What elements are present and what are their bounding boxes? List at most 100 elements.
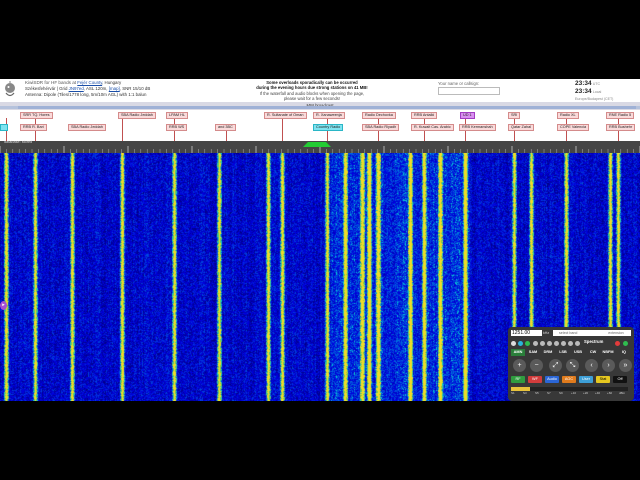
step-dot[interactable] <box>540 341 545 346</box>
stat-button[interactable]: Stat <box>596 376 610 383</box>
mode-usb[interactable]: USB <box>571 349 585 356</box>
station-label[interactable]: RNE Radio 5 <box>606 112 635 119</box>
mode-iq[interactable]: IQ <box>617 349 631 356</box>
callsign-label: Your name or callsign: <box>438 81 480 86</box>
station-label[interactable]: COPE Valencia <box>557 124 590 131</box>
station-label[interactable]: R. Sultanate of Oman <box>264 112 307 119</box>
country-text: , Hungary <box>102 80 122 85</box>
station-label[interactable]: and 3BC <box>215 124 236 131</box>
extension-select[interactable]: extension <box>601 330 631 336</box>
station-label[interactable]: Qatar Zahal <box>508 124 535 131</box>
s-meter-tick-label: S9 <box>559 391 563 395</box>
s-meter-tick-label: +40 <box>595 391 601 395</box>
s-meter-tick-label: S1 <box>511 391 515 395</box>
mode-amn[interactable]: AMN <box>511 349 525 356</box>
audio-button[interactable]: Audio <box>545 376 559 383</box>
kiwi-logo-icon <box>5 81 15 97</box>
agc-button[interactable]: AGC <box>562 376 576 383</box>
grid-prefix: Székesfehérvár | Grid <box>25 86 68 91</box>
off-button[interactable]: Off <box>613 376 627 383</box>
asl-text: , ASL 120m, <box>83 86 108 91</box>
station-label[interactable]: RRB WS <box>166 124 188 131</box>
mode-nbfm[interactable]: NBFM <box>601 349 615 356</box>
s-meter-tick-label: S7 <box>547 391 551 395</box>
tab-buttons: RF WF Audio AGC User Stat Off <box>511 376 631 384</box>
step-dot[interactable] <box>575 341 580 346</box>
station-label[interactable]: SRI <box>508 112 521 119</box>
zoom-max-icon[interactable]: ⤢ <box>549 359 562 372</box>
station-label[interactable]: Country Radio <box>313 124 344 131</box>
antenna-text: Antenna: Dipole (Tiles/1778 long, 5m/10m… <box>25 92 147 97</box>
map-link[interactable]: [map] <box>109 86 120 91</box>
step-dot[interactable] <box>554 341 559 346</box>
utc-label: UTC <box>592 82 601 86</box>
tuning-row <box>511 340 631 348</box>
user-button[interactable]: User <box>579 376 593 383</box>
zoom-row: + − ⤢ ⤡ ‹ › » <box>511 359 632 373</box>
page-down-icon[interactable]: ‹ <box>585 359 598 372</box>
passband-marker[interactable] <box>303 141 331 147</box>
mode-drm[interactable]: DRM <box>541 349 555 356</box>
mode-sam[interactable]: SAM <box>526 349 540 356</box>
step-dot[interactable] <box>533 341 538 346</box>
station-label[interactable]: RRB Bushehr <box>606 124 636 131</box>
panel-toggle-icon[interactable]: ▸ <box>0 301 7 310</box>
frequency-input[interactable]: 1251.00 <box>511 330 542 336</box>
zoom-in-icon[interactable]: + <box>513 359 526 372</box>
step-dot[interactable] <box>561 341 566 346</box>
scale-ticks <box>0 146 640 153</box>
page-header: KiwiSDR for HF bands at Fejér County, Hu… <box>0 79 640 102</box>
station-label[interactable]: R. Xanaweenja <box>313 112 345 119</box>
notice-line-4: please wait for a few seconds! <box>283 96 341 102</box>
station-label[interactable] <box>0 124 8 131</box>
s-meter-scale: S1 S3 S5 S7 S9 +10 +20 +40 +60 dBm <box>511 391 628 396</box>
station-label[interactable]: RRB Antalki <box>411 112 438 119</box>
station-label[interactable]: SBA Radio Riyadh <box>362 124 400 131</box>
s-meter-tick-label: S5 <box>535 391 539 395</box>
spectrum-button[interactable]: Spectrum <box>584 339 603 344</box>
station-label[interactable]: R. Kuwait Cas. Arabic <box>411 124 454 131</box>
s-meter-tick-label: +60 <box>607 391 613 395</box>
volume-icon[interactable] <box>623 341 628 346</box>
station-label[interactable]: RRB R. Bari <box>20 124 47 131</box>
step-dot[interactable] <box>568 341 573 346</box>
mute-icon[interactable] <box>615 341 620 346</box>
zoom-out-icon[interactable]: − <box>530 359 543 372</box>
rf-button[interactable]: RF <box>511 376 525 383</box>
local-time: 23:34 <box>575 88 592 95</box>
wf-button[interactable]: WF <box>528 376 542 383</box>
grid-link[interactable]: JN97ed <box>69 86 84 91</box>
station-label[interactable]: Radio Dechovka <box>362 112 396 119</box>
frequency-scale[interactable]: database: stored <box>0 140 640 153</box>
step-dot[interactable] <box>511 341 516 346</box>
utc-time: 23:34 <box>575 80 592 87</box>
page-up-icon[interactable]: › <box>602 359 615 372</box>
station-label[interactable]: LPAM HL <box>166 112 188 119</box>
band-bar[interactable]: MW broadcast <box>0 102 640 110</box>
step-dot[interactable] <box>547 341 552 346</box>
s-meter-tick-label: S3 <box>523 391 527 395</box>
band-select[interactable]: select band <box>553 330 601 336</box>
station-label[interactable]: SBA Radio Jeddah <box>68 124 106 131</box>
station-label[interactable]: RRB Kermanshah <box>459 124 496 131</box>
station-label[interactable]: SBA Radio Jeddah <box>118 112 156 119</box>
label-tick <box>122 117 123 141</box>
callsign-input[interactable] <box>438 87 500 95</box>
step-dot[interactable] <box>525 341 530 346</box>
station-label[interactable]: UD 1 <box>460 112 475 119</box>
receiver-info: KiwiSDR for HF bands at Fejér County, Hu… <box>25 80 150 98</box>
band-next-icon[interactable]: » <box>619 359 632 372</box>
mode-cw[interactable]: CW <box>586 349 600 356</box>
control-panel: 1251.00 kHz select band extension Spectr… <box>508 327 634 401</box>
zoom-min-icon[interactable]: ⤡ <box>566 359 579 372</box>
station-label[interactable]: SRR TQ. Hores <box>20 112 53 119</box>
station-label[interactable]: Radio XL <box>557 112 579 119</box>
receiver-title: KiwiSDR for HF bands at <box>25 80 77 85</box>
location-link[interactable]: Fejér County <box>77 80 102 85</box>
band-bar-highlight <box>18 106 636 109</box>
s-meter-tick-label: +20 <box>583 391 589 395</box>
mode-lsb[interactable]: LSB <box>556 349 570 356</box>
scale-label: database: stored <box>4 140 33 144</box>
frequency-unit: kHz <box>543 331 550 335</box>
step-dot[interactable] <box>518 341 523 346</box>
